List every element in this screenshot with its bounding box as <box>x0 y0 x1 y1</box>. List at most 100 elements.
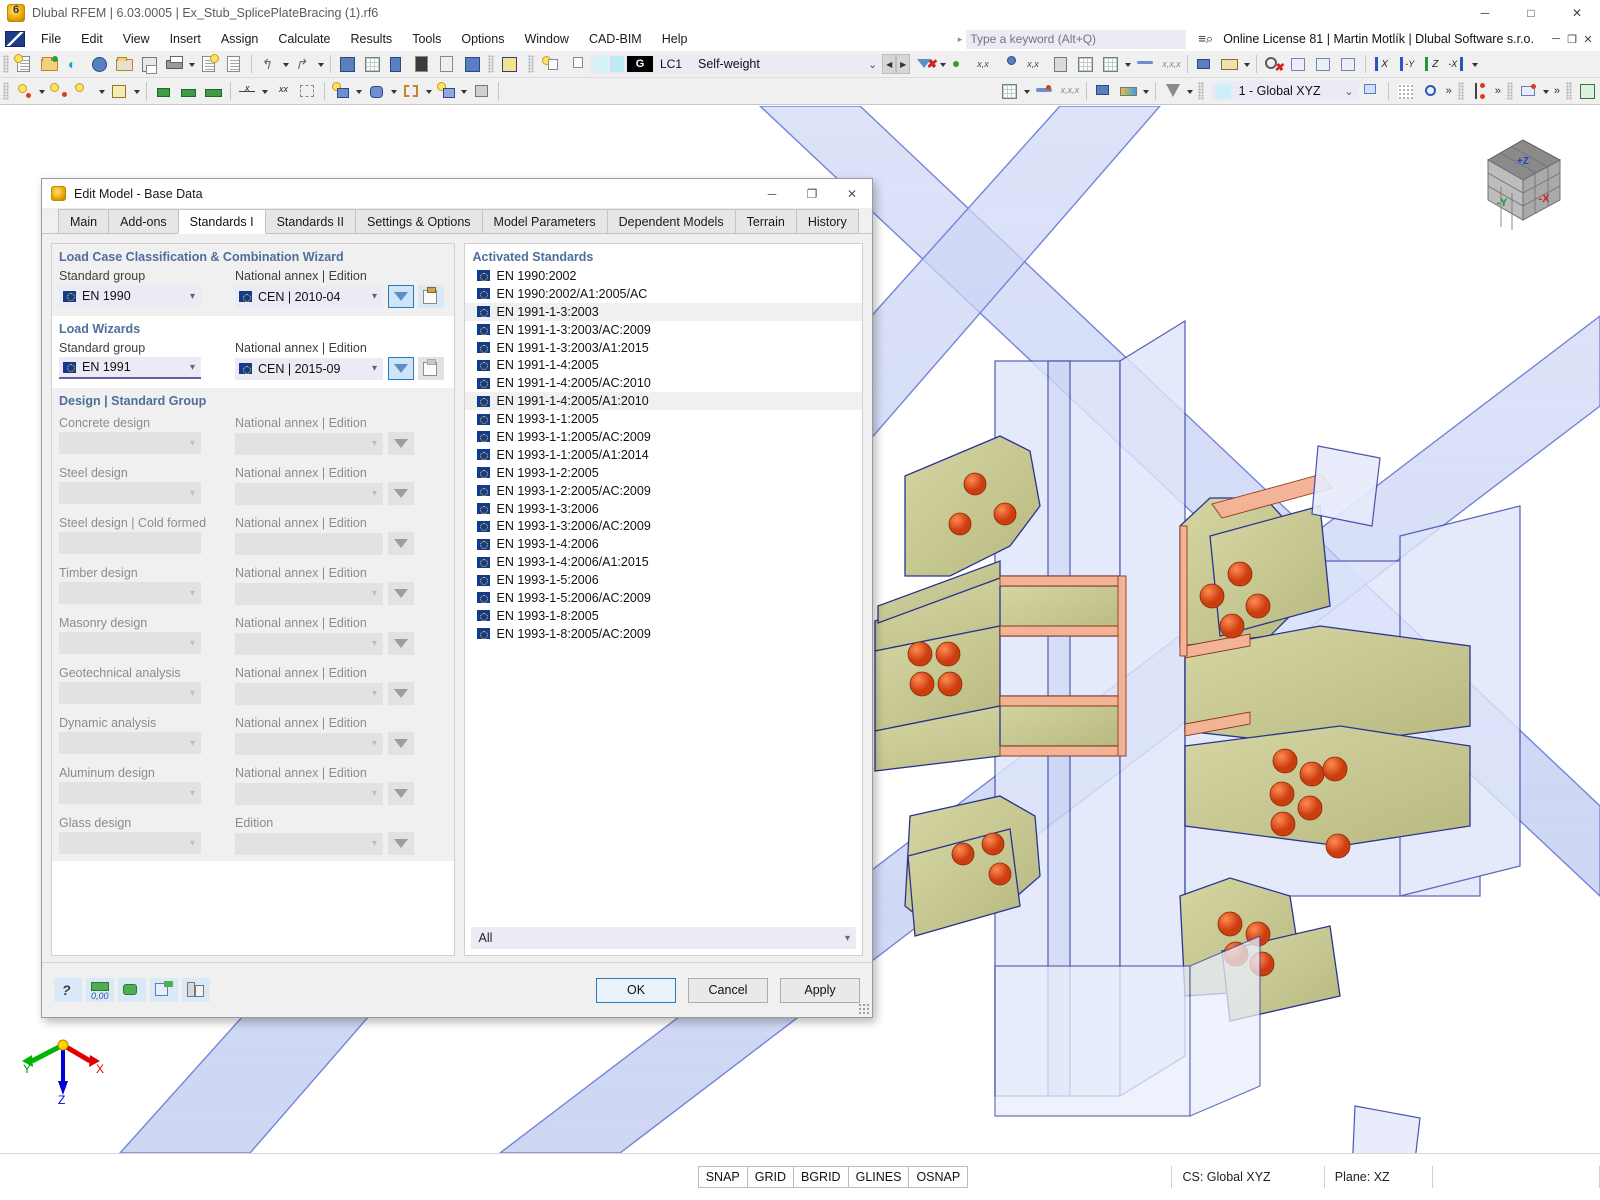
design-row-annex-combo[interactable]: ▾ <box>235 482 383 505</box>
design-row-filter-button[interactable] <box>388 682 414 705</box>
model-library-icon[interactable] <box>88 53 111 75</box>
toolbar-grip[interactable] <box>1566 82 1572 100</box>
chevron-down-icon[interactable]: ▾ <box>372 688 377 699</box>
list-item[interactable]: EN 1993-1-3:2006/AC:2009 <box>465 517 863 535</box>
console-icon[interactable] <box>411 53 434 75</box>
design-row-annex-combo[interactable]: ▾ <box>235 782 383 805</box>
new-contact-caret[interactable] <box>389 80 399 102</box>
toolbar-grip[interactable] <box>1506 82 1513 100</box>
window-minimize-button[interactable]: ─ <box>1462 0 1508 27</box>
list-item[interactable]: EN 1993-1-3:2006 <box>465 500 863 518</box>
design-row-standard-combo[interactable] <box>59 532 201 554</box>
deformation-icon[interactable] <box>1134 53 1157 75</box>
new-opening-caret[interactable] <box>424 80 434 102</box>
dimension-x-icon[interactable]: x <box>236 80 259 102</box>
abacus-caret[interactable] <box>1242 53 1252 75</box>
ok-button[interactable]: OK <box>596 977 676 1003</box>
design-row-filter-button[interactable] <box>388 832 414 855</box>
new-line-caret[interactable] <box>97 80 107 102</box>
list-item[interactable]: EN 1991-1-3:2003/AC:2009 <box>465 321 863 339</box>
new-member-caret[interactable] <box>459 80 469 102</box>
design-row-standard-combo[interactable]: ▾ <box>59 482 201 504</box>
menu-item-calculate[interactable]: Calculate <box>268 29 340 49</box>
mesh-icon[interactable] <box>998 80 1021 102</box>
menu-item-insert[interactable]: Insert <box>160 29 211 49</box>
mdi-restore-button[interactable]: ❐ <box>1564 33 1580 46</box>
design-row-filter-button[interactable] <box>388 432 414 455</box>
design-row-standard-combo[interactable]: ▾ <box>59 682 201 704</box>
toolbar-grip[interactable] <box>1457 82 1464 100</box>
toolbar-grip[interactable] <box>1197 82 1204 100</box>
design-row-annex-combo[interactable]: ▾ <box>235 832 383 855</box>
chevron-down-icon[interactable]: ▾ <box>190 788 195 799</box>
undo-dropdown-caret[interactable] <box>281 53 291 75</box>
toolbar-overflow-icon[interactable]: » <box>1443 85 1455 97</box>
list-item[interactable]: EN 1993-1-5:2006/AC:2009 <box>465 589 863 607</box>
script-icon[interactable] <box>436 53 459 75</box>
print-icon[interactable] <box>163 53 186 75</box>
color-scale-caret[interactable] <box>1141 80 1151 102</box>
mesh-caret[interactable] <box>1022 80 1032 102</box>
chevron-down-icon[interactable]: ▾ <box>845 933 850 944</box>
grid-render-icon[interactable] <box>1074 53 1097 75</box>
coordinate-system-selector[interactable]: 1 - Global XYZ ⌄ <box>1210 81 1359 101</box>
design-row-filter-button[interactable] <box>388 582 414 605</box>
apply-button[interactable]: Apply <box>780 977 860 1003</box>
show-loads-icon[interactable] <box>949 53 972 75</box>
result-values-icon[interactable]: x,x,x <box>1058 80 1081 102</box>
activated-standards-list[interactable]: EN 1990:2002 EN 1990:2002/A1:2005/AC EN 19… <box>464 267 863 921</box>
tab-model-parameters[interactable]: Model Parameters <box>481 209 608 233</box>
visibility-icon[interactable] <box>1468 80 1491 102</box>
toolbar-grip[interactable] <box>528 55 534 73</box>
status-toggle-osnap[interactable]: OSNAP <box>909 1166 969 1188</box>
chevron-down-icon[interactable]: ▾ <box>372 588 377 599</box>
menu-item-help[interactable]: Help <box>652 29 698 49</box>
design-row-filter-button[interactable] <box>388 782 414 805</box>
extrude-icon[interactable] <box>470 80 493 102</box>
design-row-annex-combo[interactable]: ▾ <box>235 732 383 755</box>
abacus-icon[interactable] <box>1218 53 1241 75</box>
new-load-case-icon[interactable] <box>538 53 561 75</box>
list-item[interactable]: EN 1993-1-4:2006/A1:2015 <box>465 553 863 571</box>
view-z-icon[interactable]: Z <box>1421 53 1444 75</box>
status-toggle-bgrid[interactable]: BGRID <box>794 1166 849 1188</box>
menu-item-file[interactable]: File <box>31 29 71 49</box>
dimension-caret[interactable] <box>260 80 270 102</box>
chevron-down-icon[interactable]: ⌄ <box>868 58 877 71</box>
new-surface-icon[interactable] <box>108 80 131 102</box>
status-toggle-snap[interactable]: SNAP <box>697 1166 748 1188</box>
mdi-close-button[interactable]: ✕ <box>1580 33 1596 46</box>
selection-rect-icon[interactable] <box>296 80 319 102</box>
toolbar-grip[interactable] <box>3 55 9 73</box>
open-file-icon[interactable] <box>38 53 61 75</box>
dlubal-center-icon[interactable]: ◐ <box>63 53 86 75</box>
load-wizards-filter-button[interactable] <box>388 357 414 380</box>
navigator-icon[interactable] <box>336 53 359 75</box>
dimension-tool-icon[interactable] <box>1517 80 1540 102</box>
tab-settings-options[interactable]: Settings & Options <box>355 209 483 233</box>
grid-snap-icon[interactable] <box>1394 80 1417 102</box>
new-node-caret[interactable] <box>37 80 47 102</box>
design-row-standard-combo[interactable]: ▾ <box>59 432 201 454</box>
list-item[interactable]: EN 1993-1-8:2005/AC:2009 <box>465 625 863 643</box>
save-icon[interactable] <box>138 53 161 75</box>
help-button-icon[interactable]: ? <box>54 978 82 1002</box>
chevron-down-icon[interactable]: ▾ <box>372 788 377 799</box>
design-row-standard-combo[interactable]: ▾ <box>59 782 201 804</box>
list-item[interactable]: EN 1993-1-1:2005 <box>465 410 863 428</box>
new-line-dim-icon[interactable] <box>73 80 96 102</box>
render-quality-icon[interactable] <box>1092 80 1115 102</box>
redo-icon[interactable]: ↱ <box>292 53 315 75</box>
design-row-filter-button[interactable] <box>388 532 414 555</box>
standards-filter-combo[interactable]: All ▾ <box>470 927 856 949</box>
wizard-annex-combo[interactable]: CEN | 2010-04 ▾ <box>235 285 383 308</box>
list-item[interactable]: EN 1993-1-2:2005/AC:2009 <box>465 482 863 500</box>
dimension-tool-caret[interactable] <box>1541 80 1551 102</box>
list-item[interactable]: EN 1991-1-3:2003/A1:2015 <box>465 339 863 357</box>
new-line-icon[interactable] <box>48 80 71 102</box>
chevron-down-icon[interactable]: ⌄ <box>1344 85 1353 98</box>
list-item[interactable]: EN 1990:2002/A1:2005/AC <box>465 285 863 303</box>
copy-settings-button-icon[interactable] <box>182 978 210 1002</box>
tables-icon[interactable] <box>361 53 384 75</box>
design-row-standard-combo[interactable]: ▾ <box>59 732 201 754</box>
